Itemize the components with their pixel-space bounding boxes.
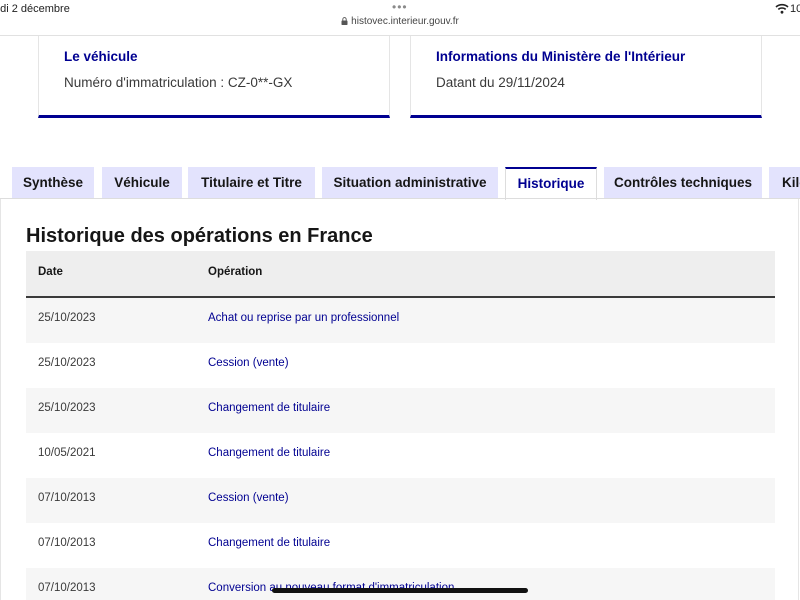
battery-level: 10 [790,3,800,15]
tab-kilometrage[interactable]: Kilo [769,167,800,198]
tab-vehicule[interactable]: Véhicule [102,167,182,198]
row-operation-link[interactable]: Changement de titulaire [208,537,330,549]
redaction-mark [272,588,528,593]
tab-bar: Synthèse Véhicule Titulaire et Titre Sit… [0,167,800,200]
tab-situation-administrative[interactable]: Situation administrative [322,167,498,198]
table-row: 07/10/2013 Conversion au nouveau format … [26,568,775,600]
row-date: 25/10/2023 [38,312,96,324]
ministry-info-title: Informations du Ministère de l'Intérieur [436,49,686,64]
table-row: 25/10/2023 Achat ou reprise par un profe… [26,298,775,343]
tab-titulaire-et-titre[interactable]: Titulaire et Titre [188,167,315,198]
lock-icon [341,17,348,25]
table-header: Date Opération [26,251,775,298]
info-date: Datant du 29/11/2024 [436,75,565,90]
row-operation-link[interactable]: Cession (vente) [208,492,289,504]
row-date: 07/10/2013 [38,492,96,504]
row-date: 25/10/2023 [38,402,96,414]
table-row: 07/10/2013 Cession (vente) [26,478,775,523]
registration-number: Numéro d'immatriculation : CZ-0**-GX [64,75,293,90]
row-operation-link[interactable]: Achat ou reprise par un professionnel [208,312,399,324]
operations-table: Date Opération 25/10/2023 Achat ou repri… [26,251,775,600]
address-bar[interactable]: histovec.interieur.gouv.fr [0,16,800,27]
row-operation-link[interactable]: Changement de titulaire [208,447,330,459]
browser-status-bar: ndi 2 décembre ••• histovec.interieur.go… [0,0,800,36]
panel-border-left [0,199,1,600]
column-header-date: Date [38,266,63,278]
panel-border-right [798,199,799,600]
table-row: 07/10/2013 Changement de titulaire [26,523,775,568]
table-row: 25/10/2023 Changement de titulaire [26,388,775,433]
row-date: 07/10/2013 [38,537,96,549]
table-row: 10/05/2021 Changement de titulaire [26,433,775,478]
column-header-operation: Opération [208,266,263,278]
row-operation-link[interactable]: Changement de titulaire [208,402,330,414]
wifi-icon [775,3,789,14]
status-date: ndi 2 décembre [0,3,70,15]
tab-historique[interactable]: Historique [505,167,597,200]
tab-synthese[interactable]: Synthèse [12,167,94,198]
row-operation-link[interactable]: Cession (vente) [208,357,289,369]
row-date: 07/10/2013 [38,582,96,594]
row-date: 25/10/2023 [38,357,96,369]
vehicle-card-title: Le véhicule [64,49,138,64]
ministry-info-card: Informations du Ministère de l'Intérieur… [410,36,762,118]
table-row: 25/10/2023 Cession (vente) [26,343,775,388]
row-date: 10/05/2021 [38,447,96,459]
page-title: Historique des opérations en France [26,225,373,247]
url-text: histovec.interieur.gouv.fr [351,16,459,27]
more-options-icon[interactable]: ••• [392,0,408,14]
vehicle-card: Le véhicule Numéro d'immatriculation : C… [38,36,390,118]
tab-controles-techniques[interactable]: Contrôles techniques [604,167,762,198]
tabs-divider [0,198,800,199]
